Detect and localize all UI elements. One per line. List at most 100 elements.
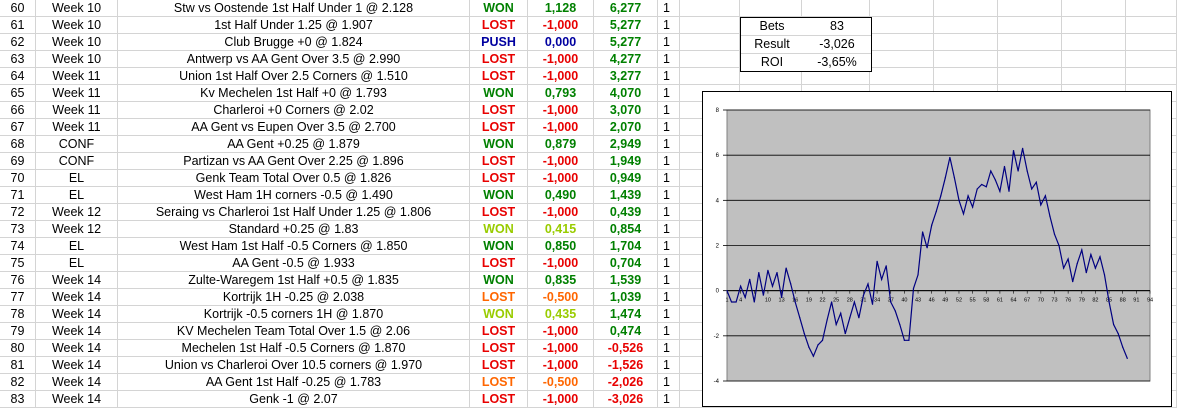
empty-cell[interactable] (998, 34, 1062, 51)
week-cell[interactable]: Week 12 (36, 221, 118, 238)
running-total-cell[interactable]: 0,854 (594, 221, 658, 238)
profit-cell[interactable]: 0,415 (528, 221, 594, 238)
result-cell[interactable]: LOST (470, 102, 528, 119)
empty-cell[interactable] (1062, 51, 1126, 68)
week-cell[interactable]: Week 14 (36, 272, 118, 289)
bet-description-cell[interactable]: KV Mechelen Team Total Over 1.5 @ 2.06 (118, 323, 470, 340)
profit-cell[interactable]: -1,000 (528, 340, 594, 357)
week-cell[interactable]: Week 14 (36, 289, 118, 306)
stake-cell[interactable]: 1 (658, 136, 680, 153)
row-number-cell[interactable]: 64 (0, 68, 36, 85)
stake-cell[interactable]: 1 (658, 102, 680, 119)
running-total-cell[interactable]: 0,474 (594, 323, 658, 340)
empty-cell[interactable] (740, 0, 802, 17)
row-number-cell[interactable]: 81 (0, 357, 36, 374)
bet-description-cell[interactable]: Antwerp vs AA Gent Over 3.5 @ 2.990 (118, 51, 470, 68)
profit-cell[interactable]: -1,000 (528, 323, 594, 340)
week-cell[interactable]: Week 10 (36, 0, 118, 17)
bet-description-cell[interactable]: Club Brugge +0 @ 1.824 (118, 34, 470, 51)
row-number-cell[interactable]: 67 (0, 119, 36, 136)
stake-cell[interactable]: 1 (658, 170, 680, 187)
empty-cell[interactable] (934, 34, 998, 51)
row-number-cell[interactable]: 61 (0, 17, 36, 34)
result-value[interactable]: -3,026 (803, 36, 871, 53)
running-total-cell[interactable]: -1,526 (594, 357, 658, 374)
week-cell[interactable]: Week 12 (36, 204, 118, 221)
bet-description-cell[interactable]: Partizan vs AA Gent Over 2.25 @ 1.896 (118, 153, 470, 170)
stake-cell[interactable]: 1 (658, 68, 680, 85)
profit-cell[interactable]: 0,000 (528, 34, 594, 51)
running-total-cell[interactable]: 2,070 (594, 119, 658, 136)
result-cell[interactable]: LOST (470, 51, 528, 68)
empty-cell[interactable] (1062, 0, 1126, 17)
result-cell[interactable]: LOST (470, 204, 528, 221)
stake-cell[interactable]: 1 (658, 17, 680, 34)
profit-cell[interactable]: -1,000 (528, 204, 594, 221)
empty-cell[interactable] (998, 51, 1062, 68)
running-total-cell[interactable]: 2,949 (594, 136, 658, 153)
running-total-cell[interactable]: 5,277 (594, 34, 658, 51)
result-cell[interactable]: LOST (470, 391, 528, 408)
result-cell[interactable]: WON (470, 85, 528, 102)
running-total-cell[interactable]: 5,277 (594, 17, 658, 34)
stake-cell[interactable]: 1 (658, 391, 680, 408)
row-number-cell[interactable]: 78 (0, 306, 36, 323)
empty-cell[interactable] (680, 68, 740, 85)
bet-description-cell[interactable]: Genk Team Total Over 0.5 @ 1.826 (118, 170, 470, 187)
running-total-cell[interactable]: 1,439 (594, 187, 658, 204)
stake-cell[interactable]: 1 (658, 187, 680, 204)
bet-description-cell[interactable]: AA Gent vs Eupen Over 3.5 @ 2.700 (118, 119, 470, 136)
profit-cell[interactable]: -1,000 (528, 255, 594, 272)
stake-cell[interactable]: 1 (658, 119, 680, 136)
running-total-cell[interactable]: -0,526 (594, 340, 658, 357)
week-cell[interactable]: Week 14 (36, 306, 118, 323)
empty-cell[interactable] (680, 17, 740, 34)
running-total-cell[interactable]: 3,070 (594, 102, 658, 119)
profit-cell[interactable]: 0,490 (528, 187, 594, 204)
row-number-cell[interactable]: 79 (0, 323, 36, 340)
profit-cell[interactable]: -0,500 (528, 289, 594, 306)
result-cell[interactable]: LOST (470, 170, 528, 187)
result-cell[interactable]: WON (470, 221, 528, 238)
row-number-cell[interactable]: 66 (0, 102, 36, 119)
empty-cell[interactable] (870, 68, 934, 85)
result-cell[interactable]: PUSH (470, 34, 528, 51)
row-number-cell[interactable]: 63 (0, 51, 36, 68)
running-total-cell[interactable]: 0,439 (594, 204, 658, 221)
bet-description-cell[interactable]: West Ham 1H corners -0.5 @ 1.490 (118, 187, 470, 204)
empty-cell[interactable] (998, 0, 1062, 17)
running-total-cell[interactable]: 1,704 (594, 238, 658, 255)
roi-value[interactable]: -3,65% (803, 54, 871, 71)
empty-cell[interactable] (680, 0, 740, 17)
running-total-cell[interactable]: 4,277 (594, 51, 658, 68)
profit-cell[interactable]: 0,835 (528, 272, 594, 289)
empty-cell[interactable] (934, 51, 998, 68)
result-label[interactable]: Result (741, 36, 803, 53)
row-number-cell[interactable]: 76 (0, 272, 36, 289)
bet-description-cell[interactable]: Zulte-Waregem 1st Half +0.5 @ 1.835 (118, 272, 470, 289)
profit-cell[interactable]: -1,000 (528, 51, 594, 68)
row-number-cell[interactable]: 73 (0, 221, 36, 238)
profit-cell[interactable]: -1,000 (528, 17, 594, 34)
profit-chart[interactable]: 8 6 4 2 0 -2 -4 1 4 7 10 13 16 19 22 25 28 31 34 37 40 43 46 49… (702, 91, 1172, 407)
empty-cell[interactable] (870, 51, 934, 68)
stake-cell[interactable]: 1 (658, 255, 680, 272)
bets-value[interactable]: 83 (803, 18, 871, 35)
row-number-cell[interactable]: 62 (0, 34, 36, 51)
profit-cell[interactable]: 0,850 (528, 238, 594, 255)
week-cell[interactable]: Week 10 (36, 17, 118, 34)
empty-cell[interactable] (998, 68, 1062, 85)
profit-cell[interactable]: -1,000 (528, 68, 594, 85)
row-number-cell[interactable]: 83 (0, 391, 36, 408)
result-cell[interactable]: WON (470, 272, 528, 289)
week-cell[interactable]: Week 11 (36, 102, 118, 119)
empty-cell[interactable] (1126, 17, 1177, 34)
row-number-cell[interactable]: 65 (0, 85, 36, 102)
row-number-cell[interactable]: 72 (0, 204, 36, 221)
week-cell[interactable]: Week 11 (36, 68, 118, 85)
result-cell[interactable]: LOST (470, 374, 528, 391)
result-cell[interactable]: LOST (470, 153, 528, 170)
week-cell[interactable]: Week 14 (36, 357, 118, 374)
week-cell[interactable]: Week 10 (36, 34, 118, 51)
profit-cell[interactable]: -1,000 (528, 357, 594, 374)
